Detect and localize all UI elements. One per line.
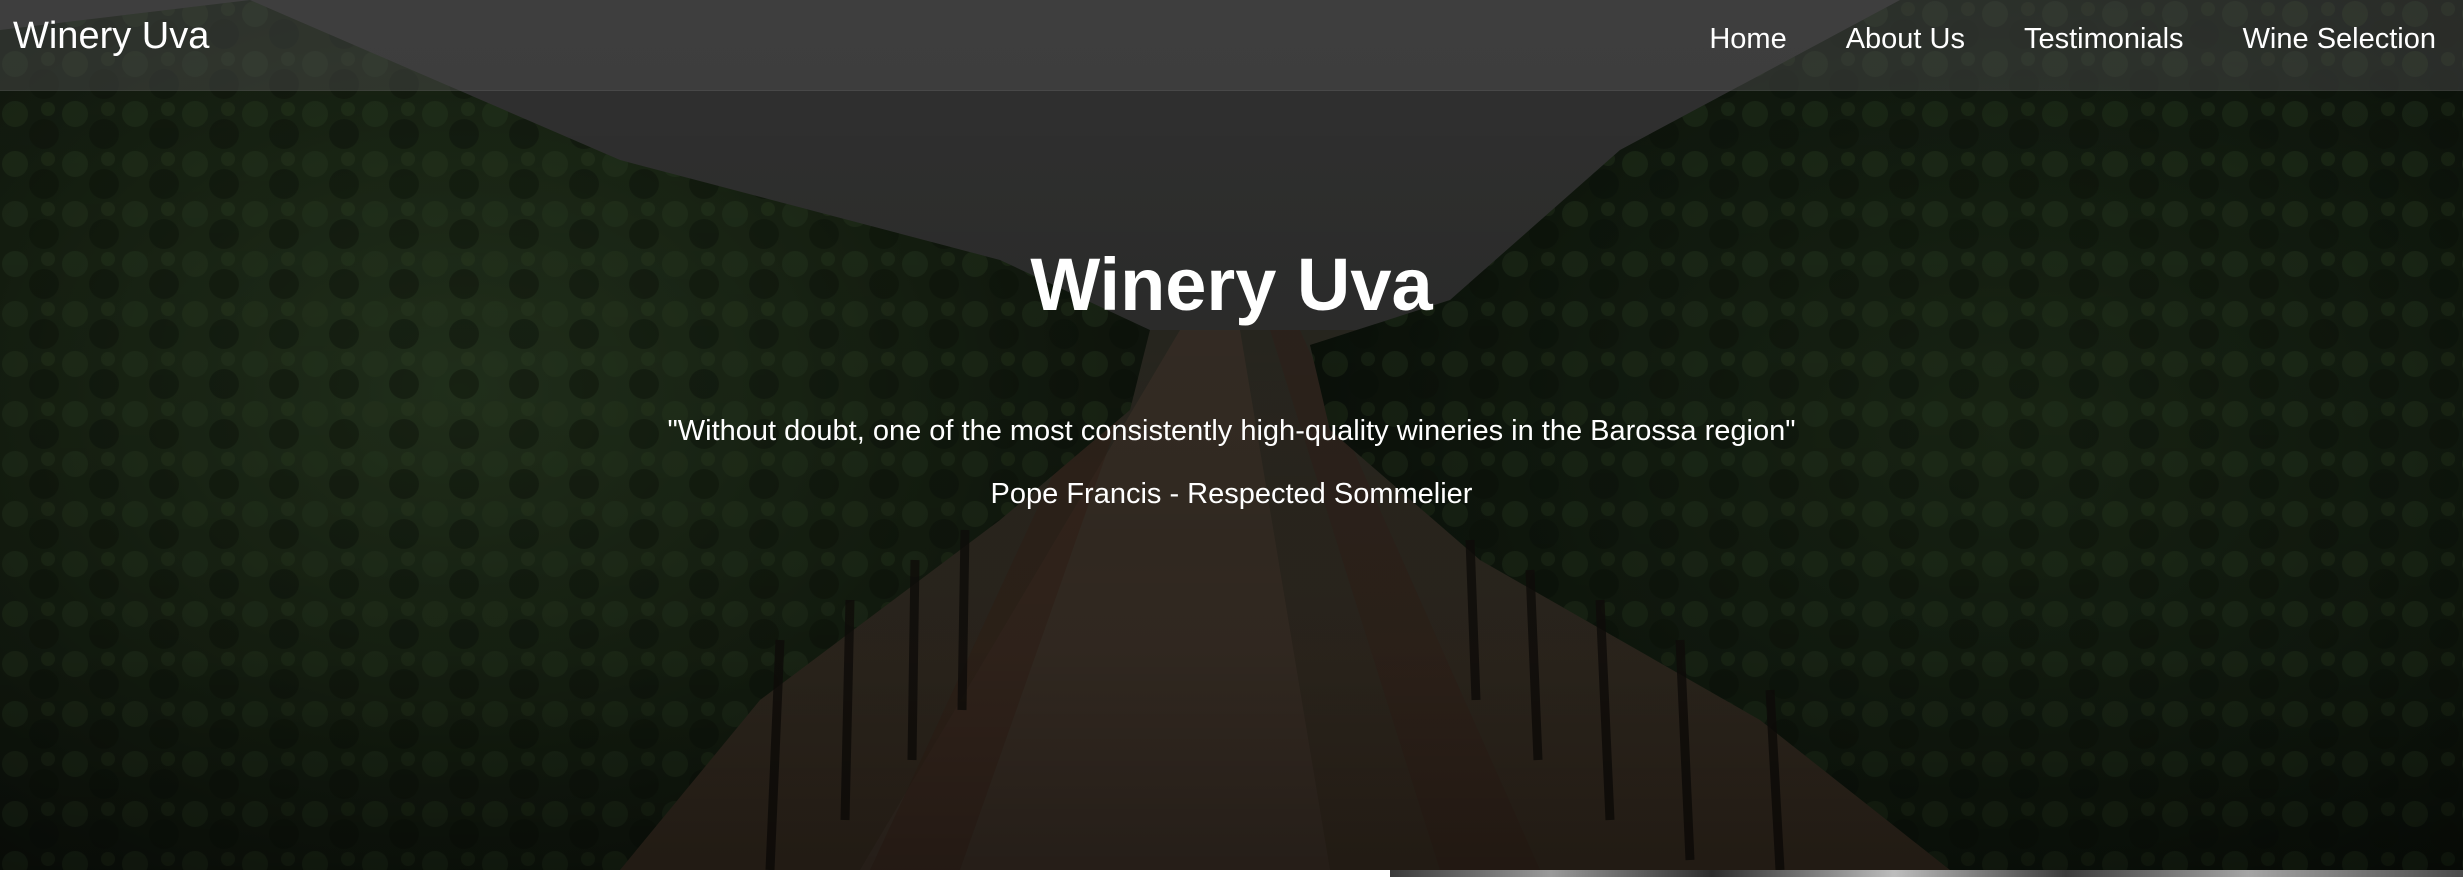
nav-link-home[interactable]: Home — [1709, 23, 1786, 56]
nav-links: Home About Us Testimonials Wine Selectio… — [1709, 0, 2436, 78]
brand-logo-link[interactable]: Winery Uva — [13, 15, 209, 58]
next-section-image-edge — [1390, 870, 2463, 877]
nav-link-testimonials[interactable]: Testimonials — [2024, 23, 2184, 56]
nav-link-about-us[interactable]: About Us — [1846, 23, 1965, 56]
nav-link-wine-selection[interactable]: Wine Selection — [2243, 23, 2436, 56]
hero-section: Winery Uva "Without doubt, one of the mo… — [0, 0, 2463, 870]
testimonial-quote: "Without doubt, one of the most consiste… — [667, 415, 1796, 447]
hero-content: Winery Uva "Without doubt, one of the mo… — [0, 248, 2463, 512]
top-navbar: Winery Uva Home About Us Testimonials Wi… — [0, 0, 2463, 91]
testimonial-attribution: Pope Francis - Respected Sommelier — [990, 477, 1473, 510]
hero-title: Winery Uva — [1030, 243, 1433, 326]
